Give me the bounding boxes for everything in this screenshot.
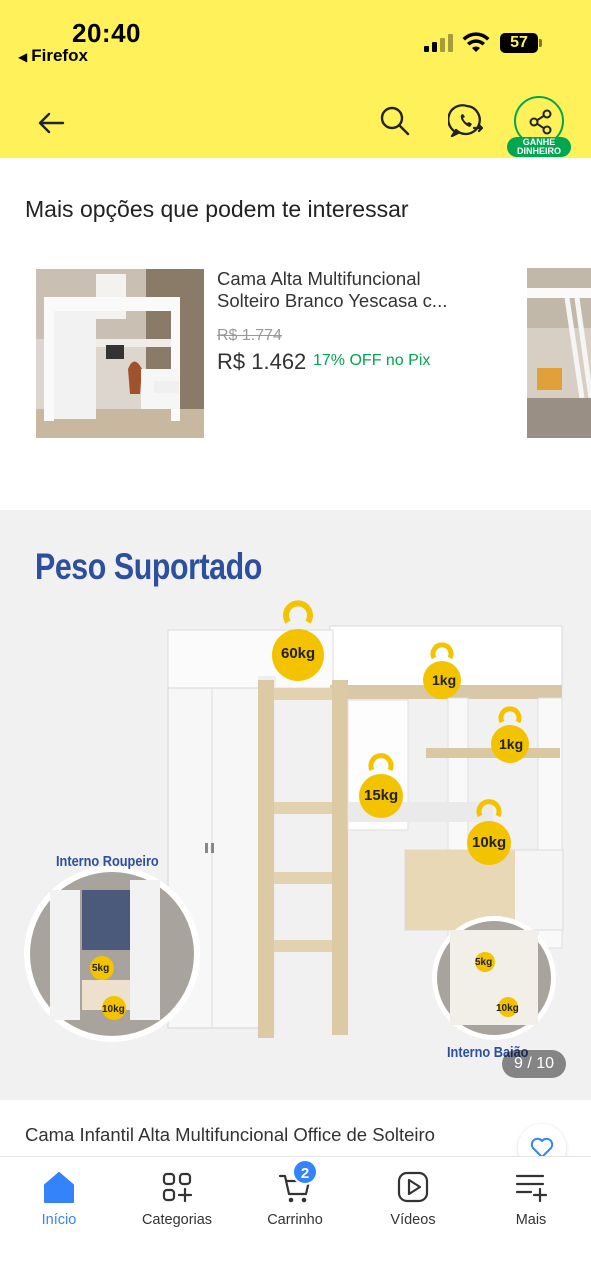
weight-label-10kg: 10kg — [472, 834, 507, 851]
card-price: R$ 1.462 — [217, 349, 307, 374]
weight-label-5kg-roupeiro: 5kg — [92, 963, 110, 974]
play-icon — [397, 1171, 429, 1203]
cart-count-badge: 2 — [292, 1159, 318, 1185]
share-badge-line2: DINHEIRO — [516, 146, 561, 156]
battery-cap — [539, 39, 542, 47]
tab-inicio[interactable]: Início — [0, 1157, 118, 1237]
weight-label-60kg: 60kg — [281, 645, 316, 662]
weight-60kg — [272, 600, 324, 681]
top-header: 20:40 ◀ Firefox 57 GANHE DINHEIRO — [0, 0, 591, 158]
tab-label: Início — [41, 1212, 77, 1228]
battery-level: 57 — [510, 34, 528, 51]
back-app-label: Firefox — [31, 46, 88, 65]
wifi-icon — [462, 32, 490, 52]
whatsapp-icon[interactable] — [448, 102, 486, 140]
card-old-price: R$ 1.774 — [217, 327, 282, 344]
weight-label-10kg-roupeiro: 10kg — [102, 1004, 125, 1015]
menu-plus-icon — [515, 1174, 548, 1203]
status-time: 20:40 — [72, 18, 141, 48]
back-to-app-link[interactable]: ◀ Firefox — [18, 46, 88, 66]
recommendation-card[interactable]: Cama Alta Multifuncional Solteiro Branco… — [36, 268, 496, 438]
share-icon — [529, 109, 552, 135]
weight-label-10kg-baiao: 10kg — [496, 1003, 519, 1014]
tab-videos[interactable]: Vídeos — [354, 1157, 472, 1237]
label-interno-roupeiro: Interno Roupeiro — [56, 853, 159, 870]
tab-label: Categorias — [141, 1212, 213, 1228]
home-icon — [44, 1172, 74, 1203]
next-recommendation-card[interactable] — [527, 268, 591, 438]
categories-icon — [162, 1172, 193, 1203]
tab-mais[interactable]: Mais — [472, 1157, 590, 1237]
product-image-gallery[interactable]: Peso Suportado 60kg 1kg 1kg 15kg 10kg 5k… — [0, 510, 591, 1100]
card-title[interactable]: Cama Alta Multifuncional Solteiro Branco… — [217, 268, 487, 312]
weight-label-1kg-bed: 1kg — [432, 672, 457, 688]
tab-label: Carrinho — [267, 1212, 323, 1228]
weight-label-15kg: 15kg — [364, 787, 399, 804]
search-icon[interactable] — [378, 104, 412, 138]
share-earn-badge[interactable]: GANHE DINHEIRO — [507, 137, 571, 157]
tab-label: Vídeos — [390, 1212, 436, 1228]
battery-icon: 57 — [500, 33, 538, 53]
weight-label-5kg-baiao: 5kg — [475, 957, 493, 968]
gallery-counter: 9 / 10 — [502, 1050, 566, 1078]
product-title: Cama Infantil Alta Multifuncional Office… — [25, 1124, 435, 1145]
back-triangle-icon: ◀ — [18, 50, 28, 64]
recommendations-title: Mais opções que podem te interessar — [25, 196, 409, 222]
card-discount: 17% OFF no Pix — [313, 352, 431, 369]
tab-categorias[interactable]: Categorias — [118, 1157, 236, 1237]
product-thumbnail — [36, 269, 204, 438]
signal-icon — [424, 34, 454, 52]
tab-label: Mais — [515, 1212, 547, 1228]
arrow-left-icon[interactable] — [34, 106, 68, 140]
weight-label-1kg-shelf: 1kg — [499, 736, 524, 752]
